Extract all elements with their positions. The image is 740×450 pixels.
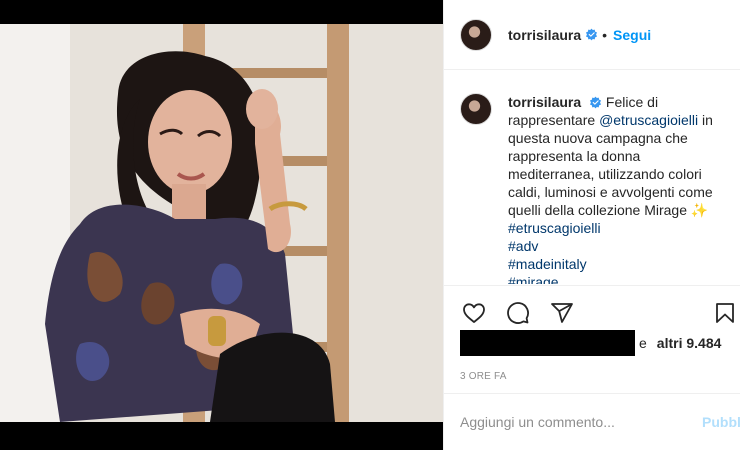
caption-area: torrisilaura Felice di rappresentare @et…	[444, 71, 740, 284]
portrait-illustration	[0, 24, 443, 422]
post-timestamp[interactable]: 3 ore fa	[460, 371, 507, 382]
hashtag-link[interactable]: #madeinitaly	[508, 255, 729, 273]
caption-username[interactable]: torrisilaura	[508, 94, 581, 110]
caption-text: torrisilaura Felice di rappresentare @et…	[508, 93, 729, 284]
comment-input[interactable]	[460, 414, 690, 430]
verified-badge-icon	[586, 28, 598, 41]
comment-button[interactable]	[504, 299, 532, 327]
comment-box: Pubblica	[444, 393, 740, 450]
redacted-liker	[460, 330, 635, 356]
post-sidebar: torrisilaura • Segui torrisilaura Felice…	[443, 0, 740, 450]
post-image[interactable]	[0, 24, 443, 422]
share-button[interactable]	[548, 299, 576, 327]
save-button[interactable]	[711, 299, 739, 327]
likes-connector: e	[639, 335, 647, 351]
heart-icon	[463, 302, 485, 323]
hashtag-link[interactable]: #mirage	[508, 273, 729, 284]
post-header: torrisilaura • Segui	[444, 0, 740, 70]
bookmark-icon	[716, 303, 734, 323]
author-username[interactable]: torrisilaura	[508, 27, 581, 43]
follow-button[interactable]: Segui	[613, 27, 651, 43]
like-button[interactable]	[460, 299, 488, 327]
comment-icon	[507, 301, 529, 324]
publish-button[interactable]: Pubblica	[702, 414, 740, 430]
bottom-letterbox	[0, 422, 443, 450]
header-separator: •	[602, 26, 608, 43]
verified-badge-icon	[590, 96, 602, 109]
top-letterbox	[0, 0, 443, 24]
caption-avatar[interactable]	[460, 93, 492, 125]
author-avatar[interactable]	[460, 18, 492, 51]
hashtag-link[interactable]: #etruscagioielli	[508, 219, 729, 237]
caption-mention[interactable]: @etruscagioielli	[599, 112, 698, 128]
likes-count-link[interactable]: altri 9.484	[657, 335, 722, 351]
hashtag-link[interactable]: #adv	[508, 237, 729, 255]
likes-summary: e altri 9.484	[460, 330, 721, 356]
share-icon	[551, 302, 573, 323]
